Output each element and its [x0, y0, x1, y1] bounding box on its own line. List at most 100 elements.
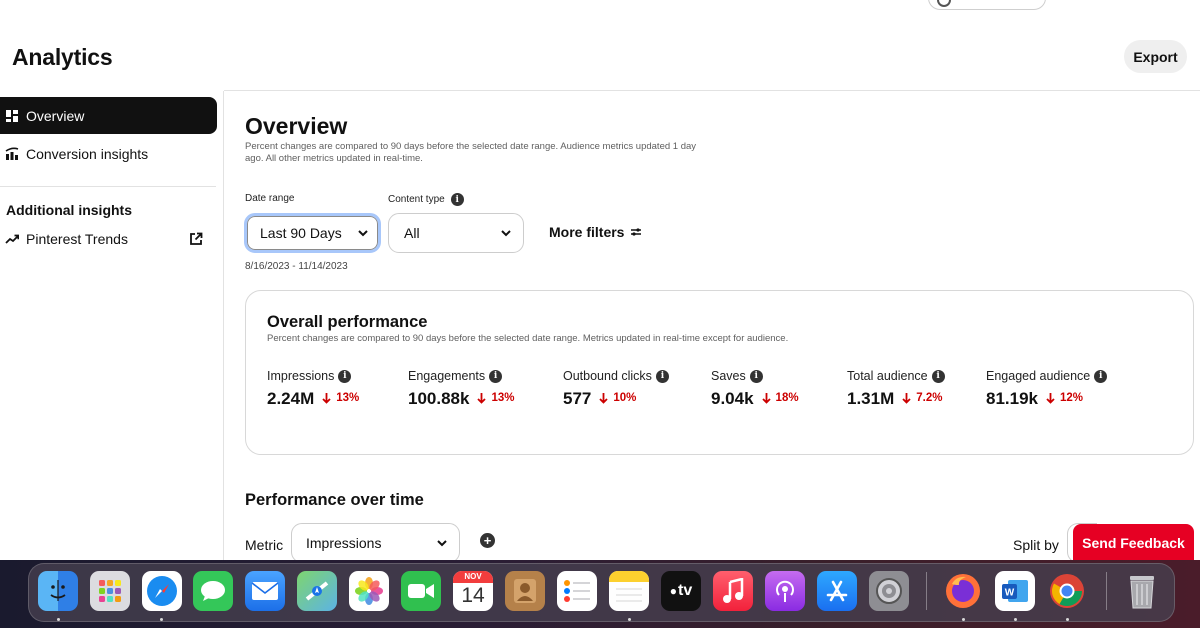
chevron-down-icon — [437, 540, 447, 547]
plus-icon: + — [483, 533, 492, 548]
info-icon[interactable]: i — [338, 369, 352, 383]
firefox-icon[interactable] — [943, 571, 983, 611]
photos-icon[interactable] — [349, 571, 389, 611]
sidebar-item-overview[interactable]: Overview — [0, 97, 217, 134]
sidebar-item-label: Overview — [26, 107, 85, 124]
svg-text:W: W — [1005, 588, 1015, 599]
app-store-icon[interactable] — [817, 571, 857, 611]
account-icon — [937, 0, 951, 7]
account-pill[interactable] — [928, 0, 1046, 10]
finder-icon[interactable] — [38, 571, 78, 611]
metric-value: 100.88k — [408, 389, 470, 408]
metric-select-label: Metric — [245, 537, 284, 553]
arrow-down-icon — [1046, 393, 1055, 404]
metric-value: 2.24M — [267, 389, 315, 408]
page-title: Analytics — [12, 44, 113, 70]
more-filters-label: More filters — [549, 224, 625, 240]
info-icon[interactable]: i — [749, 369, 763, 383]
sidebar-item-label: Conversion insights — [26, 145, 149, 162]
arrow-down-icon — [322, 393, 331, 404]
arrow-down-icon — [477, 393, 487, 404]
apple-tv-icon[interactable]: ● tv — [661, 571, 701, 611]
send-feedback-button[interactable]: Send Feedback — [1073, 524, 1194, 562]
trend-arrow-icon — [5, 232, 19, 246]
safari-icon[interactable] — [142, 571, 182, 611]
metric-select[interactable]: Impressions — [291, 523, 460, 563]
performance-over-time-title: Performance over time — [245, 491, 424, 509]
running-indicator — [160, 618, 163, 621]
sidebar-item-conversion-insights[interactable]: Conversion insights — [0, 135, 217, 172]
metric-impressions: Impressions i 2.24M 13% — [267, 369, 359, 409]
metric-change-value: 13% — [491, 392, 515, 404]
metric-total-audience: Total audience i 1.31M 7.2% — [847, 369, 945, 409]
info-icon[interactable]: i — [450, 193, 464, 206]
running-indicator — [1066, 618, 1069, 621]
add-metric-button[interactable]: + — [480, 533, 495, 548]
metric-value: 1.31M — [847, 389, 895, 408]
performance-title: Overall performance — [267, 313, 428, 331]
metric-label: Saves — [711, 369, 746, 383]
info-icon[interactable]: i — [655, 369, 669, 383]
facetime-icon[interactable] — [401, 571, 441, 611]
calendar-icon[interactable]: NOV 14 — [453, 571, 493, 611]
export-button[interactable]: Export — [1124, 40, 1187, 73]
arrow-down-icon — [761, 393, 771, 404]
metric-outbound-clicks: Outbound clicks i 577 10% — [563, 369, 669, 409]
metric-label: Engagements — [408, 369, 486, 383]
notes-header — [609, 571, 649, 582]
dashboard-icon — [5, 109, 19, 123]
metric-change: 13% — [322, 392, 359, 404]
metric-value: 577 — [563, 389, 592, 408]
metric-change-value: 12% — [1060, 392, 1084, 404]
metric-change: 7.2% — [902, 392, 942, 404]
overall-performance-card: Overall performance Percent changes are … — [245, 290, 1194, 455]
metric-engaged-audience: Engaged audience i 81.19k 12% — [986, 369, 1108, 409]
content-type-select[interactable]: All — [388, 213, 524, 253]
header-divider — [224, 90, 1200, 91]
metric-label: Outbound clicks — [563, 369, 652, 383]
info-icon[interactable]: i — [1094, 369, 1108, 383]
calendar-month: NOV — [453, 571, 493, 583]
sidebar-section-heading: Additional insights — [6, 202, 132, 218]
apple-logo-icon: ● — [669, 584, 677, 598]
notes-icon[interactable] — [609, 571, 649, 611]
date-range-select[interactable]: Last 90 Days — [244, 213, 381, 253]
contacts-icon[interactable] — [505, 571, 545, 611]
external-link-icon[interactable] — [189, 232, 203, 246]
metric-label: Impressions — [267, 369, 335, 383]
launchpad-icon[interactable] — [90, 571, 130, 611]
sidebar-item-label: Pinterest Trends — [26, 230, 128, 247]
info-icon[interactable]: i — [931, 369, 945, 383]
running-indicator — [628, 618, 631, 621]
podcasts-icon[interactable] — [765, 571, 805, 611]
metric-value: 9.04k — [711, 389, 754, 408]
sidebar-item-pinterest-trends[interactable]: Pinterest Trends — [0, 220, 216, 257]
tv-label: tv — [678, 582, 693, 599]
more-filters-button[interactable]: More filters — [549, 224, 642, 240]
music-icon[interactable] — [713, 571, 753, 611]
messages-icon[interactable] — [193, 571, 233, 611]
mail-icon[interactable] — [245, 571, 285, 611]
chrome-icon[interactable] — [1047, 571, 1087, 611]
metric-change: 10% — [599, 392, 636, 404]
sidebar: Overview Conversion insights Additional … — [0, 91, 224, 561]
performance-subtitle: Percent changes are compared to 90 days … — [267, 333, 789, 344]
chevron-down-icon — [358, 230, 368, 237]
trash-icon[interactable] — [1122, 571, 1162, 611]
metric-label: Engaged audience — [986, 369, 1091, 383]
system-settings-icon[interactable] — [869, 571, 909, 611]
metric-change-value: 10% — [613, 392, 637, 404]
metric-change: 18% — [761, 392, 799, 404]
analytics-page: Analytics Export Overview Conversion ins… — [0, 0, 1200, 628]
chevron-down-icon — [501, 230, 511, 237]
metric-change-value: 18% — [775, 392, 799, 404]
content-type-label: Content type i — [388, 193, 464, 206]
sidebar-divider — [0, 186, 216, 187]
metric-select-value: Impressions — [306, 535, 382, 551]
running-indicator — [57, 618, 60, 621]
maps-icon[interactable] — [297, 571, 337, 611]
metric-change-value: 13% — [336, 392, 360, 404]
info-icon[interactable]: i — [489, 369, 503, 383]
reminders-icon[interactable] — [557, 571, 597, 611]
word-icon[interactable]: W — [995, 571, 1035, 611]
